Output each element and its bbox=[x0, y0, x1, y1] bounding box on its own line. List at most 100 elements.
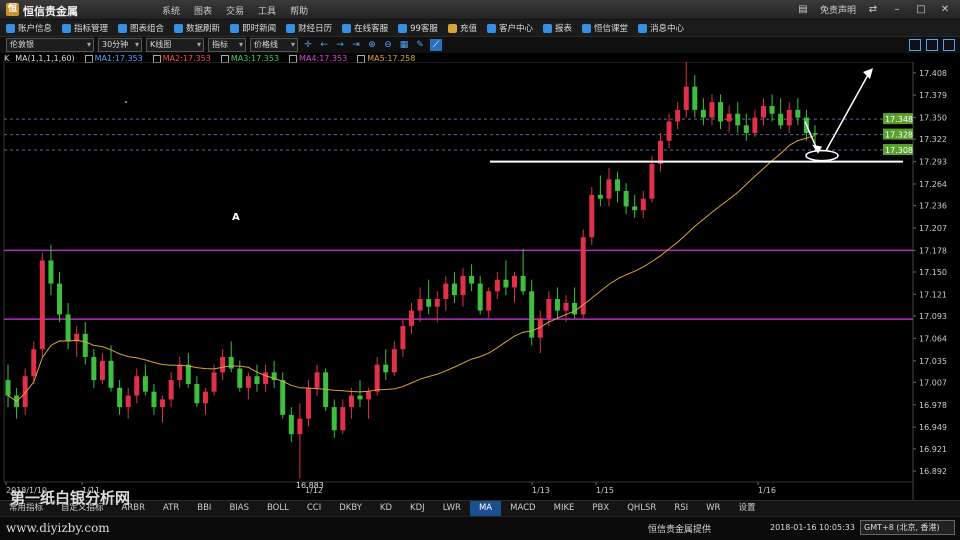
layout-split-icon[interactable] bbox=[909, 39, 921, 51]
toolbar-item-7[interactable]: 99客服 bbox=[398, 22, 438, 34]
toolbar-item-12[interactable]: 消息中心 bbox=[638, 22, 684, 34]
toolbar-item-11[interactable]: 恒信课堂 bbox=[581, 22, 628, 34]
indicator-tab-rsi[interactable]: RSI bbox=[665, 501, 697, 516]
disclaimer-link[interactable]: 免责声明 bbox=[820, 3, 856, 16]
zoom-in-icon[interactable]: ⊕ bbox=[366, 39, 378, 51]
scroll-right-icon[interactable]: ⇥ bbox=[350, 39, 362, 51]
close-icon[interactable]: ✕ bbox=[938, 4, 952, 16]
candle-body bbox=[675, 109, 681, 122]
crosshair-icon[interactable]: ✛ bbox=[302, 39, 314, 51]
menu-help[interactable]: 帮助 bbox=[290, 4, 308, 17]
y-tick-label: 17.408 bbox=[919, 69, 947, 78]
candlestick-chart[interactable]: A17.42716.88317.40817.37917.35017.32217.… bbox=[0, 62, 960, 500]
menu-system[interactable]: 系统 bbox=[162, 4, 180, 17]
candle-body bbox=[22, 376, 28, 408]
support-icon bbox=[342, 23, 352, 33]
indicator-tab-lwr[interactable]: LWR bbox=[434, 501, 470, 516]
candle-body bbox=[417, 299, 423, 311]
zoom-out-icon[interactable]: ⊖ bbox=[382, 39, 394, 51]
candle-body bbox=[288, 414, 294, 435]
indicator-tab-macd[interactable]: MACD bbox=[501, 501, 544, 516]
deposit-icon bbox=[447, 23, 457, 33]
toolbar-item-label: 数据刷新 bbox=[186, 24, 221, 34]
indicator-tab-ma[interactable]: MA bbox=[469, 501, 502, 516]
refresh-icon bbox=[174, 23, 184, 33]
toolbar-item-label: 即时新闻 bbox=[242, 24, 277, 34]
candle-body bbox=[48, 260, 54, 284]
candle-body bbox=[134, 376, 140, 396]
indicator-tab-cci[interactable]: CCI bbox=[298, 501, 330, 516]
layout-full-icon[interactable] bbox=[943, 39, 955, 51]
candle-body bbox=[451, 283, 457, 296]
user-switch-icon[interactable]: ⇄ bbox=[866, 4, 880, 16]
indicator-tab-atr[interactable]: ATR bbox=[154, 501, 188, 516]
y-tick-label: 17.350 bbox=[919, 114, 947, 123]
indicator-tab-boll[interactable]: BOLL bbox=[258, 501, 298, 516]
grid-icon[interactable]: ▦ bbox=[398, 39, 410, 51]
candle-body bbox=[185, 364, 191, 384]
candle-body bbox=[151, 391, 157, 408]
arrow-right-icon[interactable]: → bbox=[334, 39, 346, 51]
x-tick-label: 1/15 bbox=[596, 486, 614, 495]
candle-body bbox=[589, 194, 595, 238]
data-provider: 恒信贵金属提供 bbox=[648, 525, 712, 535]
indicator-tab-设置[interactable]: 设置 bbox=[729, 501, 764, 516]
candle-body bbox=[142, 376, 148, 392]
menu-tools[interactable]: 工具 bbox=[258, 4, 276, 17]
toolbar-item-5[interactable]: 财经日历 bbox=[286, 22, 332, 34]
minimize-icon[interactable]: – bbox=[890, 4, 904, 16]
menu-chart[interactable]: 图表 bbox=[194, 4, 212, 17]
indicator-tab-bbi[interactable]: BBI bbox=[188, 501, 220, 516]
timezone-select[interactable]: GMT+8 (北京, 香港) bbox=[860, 520, 955, 535]
candle-body bbox=[700, 109, 706, 118]
status-bar: 恒信贵金属提供 2018-01-16 10:05:33 GMT+8 (北京, 香… bbox=[0, 516, 960, 540]
report-icon bbox=[542, 23, 552, 33]
candle-body bbox=[263, 372, 269, 384]
toolbar-item-9[interactable]: 客户中心 bbox=[486, 22, 533, 34]
draw-line-icon[interactable]: ⟋ bbox=[430, 39, 442, 51]
candle-body bbox=[357, 395, 363, 400]
candle-body bbox=[718, 102, 724, 122]
layout-single-icon[interactable] bbox=[926, 39, 938, 51]
indicator-select[interactable]: 指标 bbox=[208, 38, 246, 52]
y-tick-label: 17.322 bbox=[919, 135, 947, 144]
toolbar-item-3[interactable]: 数据刷新 bbox=[174, 22, 220, 34]
title-bar: 恒 恒信贵金属 系统 图表 交易 工具 帮助 ▤ 免责声明 ⇄ – □ ✕ bbox=[0, 0, 960, 20]
candle-body bbox=[228, 356, 234, 369]
candle-body bbox=[314, 372, 320, 388]
candle-body bbox=[391, 349, 397, 373]
pen-icon[interactable]: ✎ bbox=[414, 39, 426, 51]
chart-type-select[interactable]: K线图 bbox=[146, 38, 204, 52]
candle-body bbox=[366, 391, 372, 400]
indicator-tab-bias[interactable]: BIAS bbox=[220, 501, 258, 516]
toolbar-item-1[interactable]: 指标管理 bbox=[62, 22, 108, 34]
app-logo-icon: 恒 bbox=[6, 3, 19, 16]
indicator-tab-mike[interactable]: MIKE bbox=[545, 501, 584, 516]
arrow-left-icon[interactable]: ← bbox=[318, 39, 330, 51]
candle-body bbox=[640, 198, 646, 211]
symbol-select[interactable]: 伦敦银 bbox=[6, 38, 94, 52]
toolbar-item-6[interactable]: 在线客服 bbox=[342, 22, 388, 34]
candle-body bbox=[657, 140, 663, 164]
toolbar-item-8[interactable]: 充值 bbox=[447, 22, 477, 34]
candle-body bbox=[512, 275, 518, 288]
indicator-tab-wr[interactable]: WR bbox=[697, 501, 729, 516]
toolbar-item-0[interactable]: 账户信息 bbox=[6, 22, 52, 34]
price-line-select[interactable]: 价格线 bbox=[250, 38, 298, 52]
indicator-tab-kd[interactable]: KD bbox=[371, 501, 401, 516]
period-select[interactable]: 30分钟 bbox=[98, 38, 142, 52]
candle-body bbox=[606, 179, 612, 199]
toolbar-item-label: 图表组合 bbox=[130, 24, 165, 34]
indicator-tab-pbx[interactable]: PBX bbox=[583, 501, 618, 516]
candle-body bbox=[297, 418, 303, 435]
indicator-tab-dkby[interactable]: DKBY bbox=[330, 501, 371, 516]
arrow-up-line bbox=[825, 70, 871, 151]
menu-trade[interactable]: 交易 bbox=[226, 4, 244, 17]
indicator-tab-qhlsr[interactable]: QHLSR bbox=[618, 501, 665, 516]
maximize-icon[interactable]: □ bbox=[914, 4, 928, 16]
toolbar-item-10[interactable]: 报表 bbox=[542, 22, 572, 34]
toolbar-item-2[interactable]: 图表组合 bbox=[118, 22, 164, 34]
indicator-tab-kdj[interactable]: KDJ bbox=[401, 501, 434, 516]
toolbar-item-4[interactable]: 即时新闻 bbox=[230, 22, 276, 34]
notice-icon[interactable]: ▤ bbox=[796, 4, 810, 16]
